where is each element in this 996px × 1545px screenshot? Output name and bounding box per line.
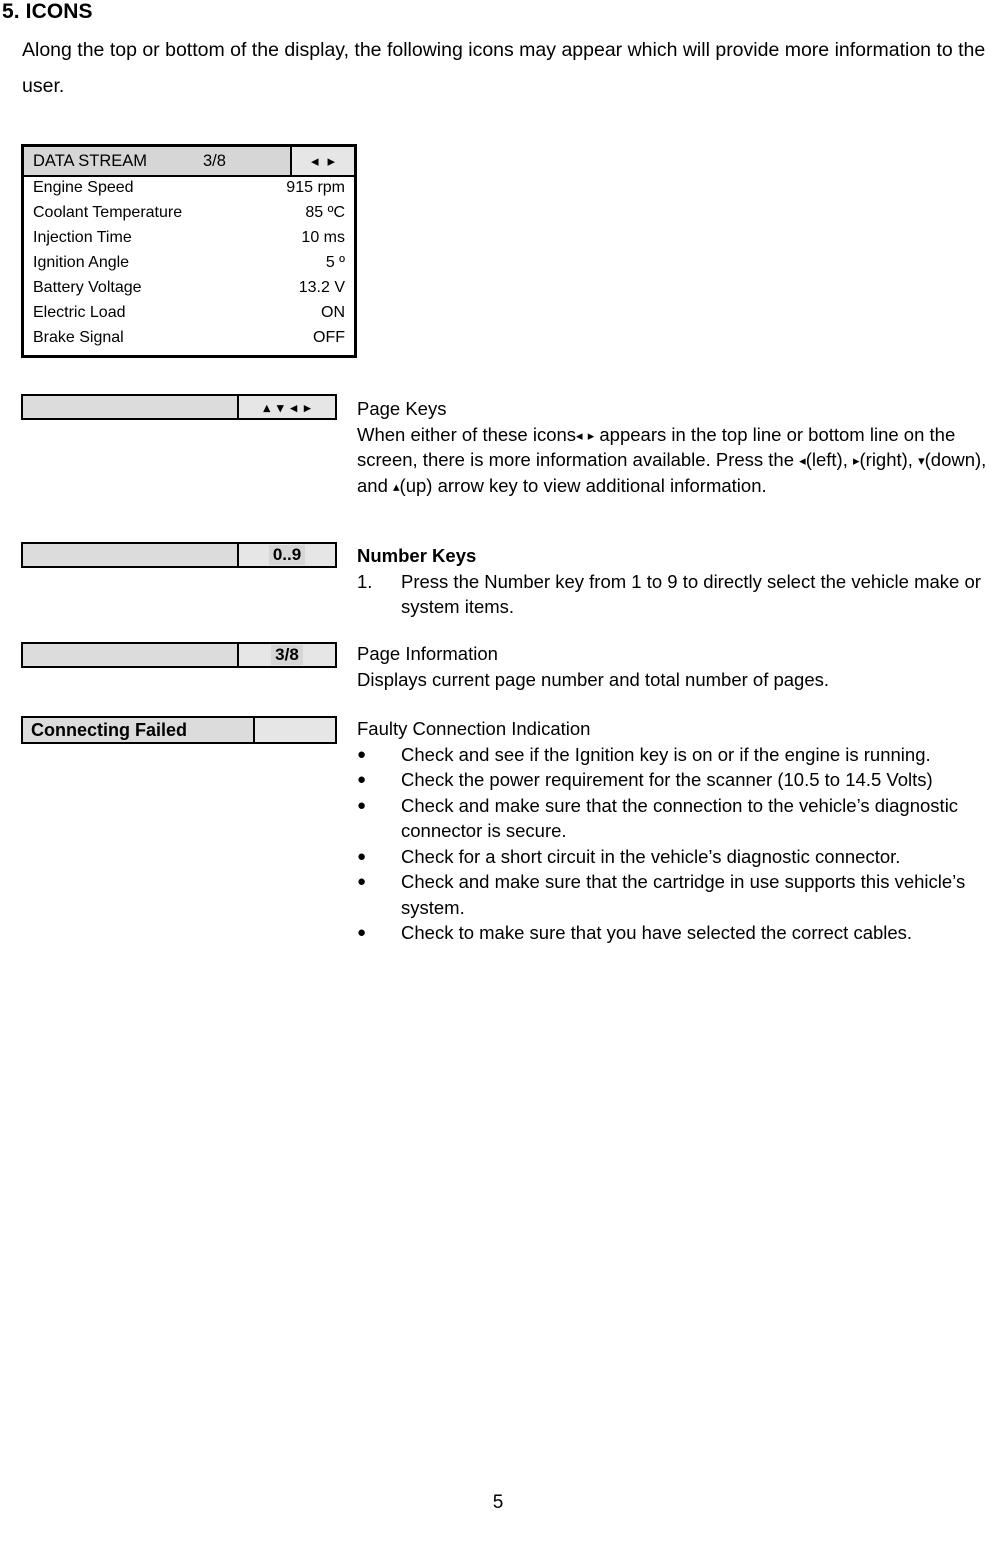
bullet-icon: ● [357, 924, 367, 941]
page-keys-body: When either of these icons◂ ▸ appears in… [357, 424, 986, 496]
row-value: 85 ºC [305, 204, 345, 221]
page-information-blank-cell [23, 644, 239, 666]
list-item: ● Check and make sure that the connectio… [357, 793, 996, 844]
data-stream-panel: DATA STREAM 3/8 ◂ ▸ Engine Speed 915 rpm… [21, 144, 357, 358]
page-keys-body-part4: (right), [859, 449, 913, 470]
arrow-right-icon[interactable]: ▸ [328, 154, 336, 169]
list-item-text: Check and make sure that the cartridge i… [401, 871, 966, 918]
table-row: Battery Voltage 13.2 V [24, 279, 354, 304]
number-keys-blank-cell [23, 544, 239, 566]
row-label: Coolant Temperature [33, 204, 183, 221]
list-item-text: Check to make sure that you have selecte… [401, 922, 913, 943]
table-row: Ignition Angle 5 º [24, 254, 354, 279]
page-keys-body-part3: (left), [805, 449, 848, 470]
data-stream-page-indicator: 3/8 [203, 151, 226, 170]
row-label: Battery Voltage [33, 279, 142, 296]
data-stream-arrow-cell: ◂ ▸ [292, 147, 354, 175]
connecting-failed-blank-cell [255, 718, 335, 742]
number-keys-icon-box: 0..9 [21, 542, 337, 568]
page-information-description: Page Information Displays current page n… [357, 641, 996, 692]
bullet-icon: ● [357, 873, 367, 890]
connecting-failed-label: Connecting Failed [23, 718, 255, 742]
row-label: Brake Signal [33, 329, 124, 346]
row-value: 5 º [325, 254, 345, 271]
row-value: 13.2 V [298, 279, 345, 296]
table-row: Brake Signal OFF [24, 329, 354, 354]
list-item-text: Check and make sure that the connection … [401, 794, 959, 842]
arrow-right-icon: ▸ [587, 427, 595, 443]
list-item-text: Check the power requirement for the scan… [401, 769, 933, 790]
page-keys-body-part1: When either of these icons [357, 423, 577, 445]
intro-paragraph: Along the top or bottom of the display, … [22, 39, 986, 97]
page-information-icon-box: 3/8 [21, 642, 337, 668]
page-information-body: Displays current page number and total n… [357, 668, 830, 690]
number-keys-value-cell: 0..9 [239, 544, 335, 566]
row-value: 915 rpm [286, 179, 345, 196]
footer-page-number: 5 [492, 1492, 504, 1513]
faulty-connection-bullet-list: ● Check and see if the Ignition key is o… [357, 742, 996, 946]
arrow-down-icon[interactable]: ▾ [277, 401, 284, 414]
list-item: ● Check the power requirement for the sc… [357, 767, 996, 793]
row-value: 10 ms [301, 229, 345, 246]
connecting-failed-icon-box: Connecting Failed [21, 716, 337, 744]
table-row: Coolant Temperature 85 ºC [24, 204, 354, 229]
arrow-left-icon[interactable]: ◂ [291, 401, 298, 414]
bullet-icon: ● [357, 771, 367, 788]
row-label: Engine Speed [33, 179, 134, 196]
page-keys-blank-cell [23, 396, 239, 418]
list-item: ● Check and make sure that the cartridge… [357, 869, 996, 920]
number-keys-description: Number Keys 1. Press the Number key from… [357, 543, 996, 620]
page-information-title: Page Information [357, 643, 498, 664]
data-stream-rows: Engine Speed 915 rpm Coolant Temperature… [24, 177, 354, 355]
list-item-text: Press the Number key from 1 to 9 to dire… [401, 570, 981, 618]
number-keys-title: Number Keys [357, 545, 477, 566]
page-keys-title: Page Keys [357, 398, 447, 419]
list-item: ● Check to make sure that you have selec… [357, 920, 996, 946]
list-item-text: Check for a short circuit in the vehicle… [401, 845, 901, 867]
page-keys-body-part6: (up) arrow key to view additional inform… [399, 474, 767, 496]
data-stream-header: DATA STREAM 3/8 ◂ ▸ [24, 147, 354, 177]
row-label: Ignition Angle [33, 254, 130, 271]
arrow-up-icon[interactable]: ▴ [263, 401, 270, 414]
row-label: Electric Load [33, 304, 126, 321]
table-row: Electric Load ON [24, 304, 354, 329]
arrow-left-icon: ◂ [576, 427, 583, 443]
page-information-value-cell: 3/8 [239, 644, 335, 666]
data-stream-header-title-cell: DATA STREAM 3/8 [24, 147, 292, 175]
table-row: Engine Speed 915 rpm [24, 179, 354, 204]
list-item-text: Check and see if the Ignition key is on … [401, 743, 931, 765]
bullet-icon: ● [357, 847, 367, 865]
row-value: OFF [313, 329, 345, 346]
list-item: 1. Press the Number key from 1 to 9 to d… [357, 569, 996, 620]
page-keys-arrow-cell: ▴ ▾ ◂ ▸ [239, 396, 335, 418]
arrow-right-icon[interactable]: ▸ [304, 401, 311, 414]
faulty-connection-description: Faulty Connection Indication ● Check and… [357, 716, 996, 946]
faulty-connection-title: Faulty Connection Indication [357, 718, 591, 739]
list-item-number: 1. [357, 570, 373, 592]
data-stream-title: DATA STREAM [33, 151, 147, 170]
bullet-icon: ● [357, 796, 367, 814]
page-keys-icon-box: ▴ ▾ ◂ ▸ [21, 394, 337, 420]
row-value: ON [321, 304, 345, 321]
table-row: Injection Time 10 ms [24, 229, 354, 254]
page-keys-description: Page Keys When either of these icons◂ ▸ … [357, 396, 996, 498]
document-page: 5. ICONS Along the top or bottom of the … [0, 0, 996, 1545]
list-item: ● Check and see if the Ignition key is o… [357, 742, 996, 768]
row-label: Injection Time [33, 229, 132, 246]
page-title: 5. ICONS [2, 0, 93, 23]
arrow-left-icon[interactable]: ◂ [311, 154, 319, 169]
page-information-indicator: 3/8 [271, 645, 303, 665]
number-keys-range-label: 0..9 [268, 545, 306, 565]
bullet-icon: ● [357, 745, 367, 763]
list-item: ● Check for a short circuit in the vehic… [357, 844, 996, 870]
